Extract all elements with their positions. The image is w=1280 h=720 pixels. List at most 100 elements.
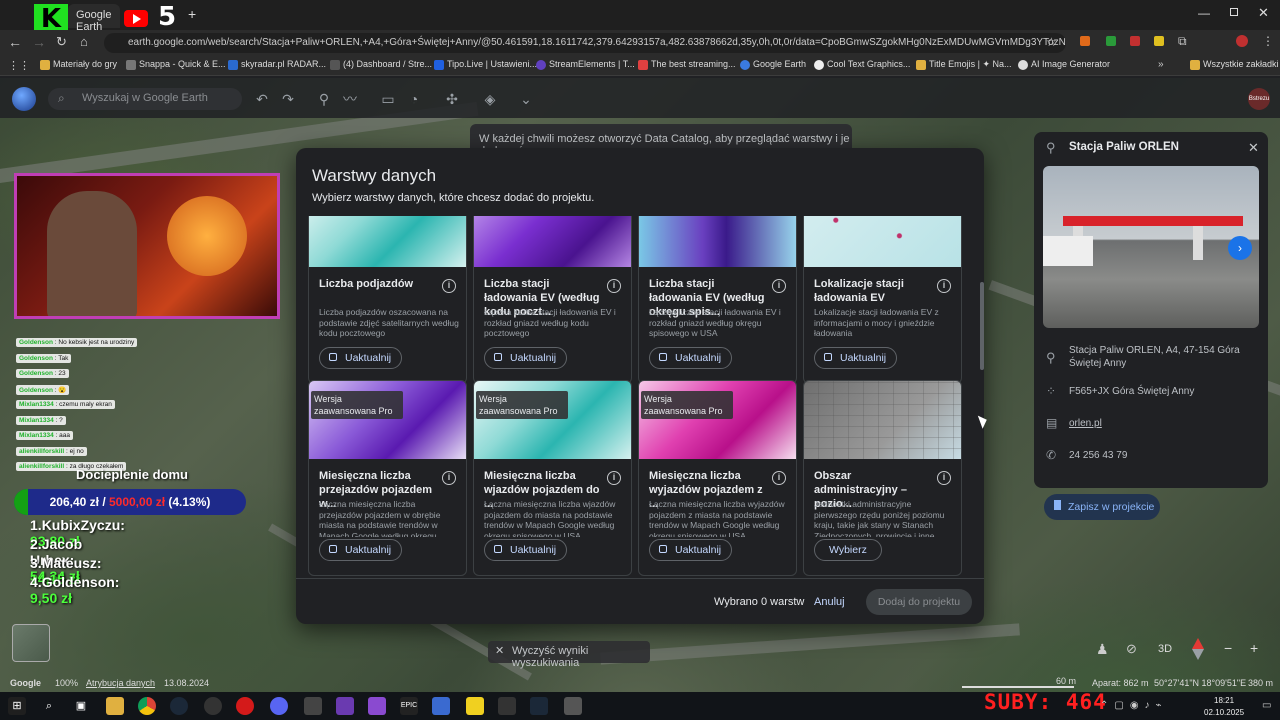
select-button[interactable]: Wybierz [814, 539, 882, 561]
epic-icon[interactable]: EPIC [400, 697, 418, 715]
add-to-project-button[interactable]: Dodaj do projektu [866, 589, 972, 615]
zoom-in-icon[interactable]: + [1250, 640, 1258, 656]
more-bookmarks-icon[interactable]: » [1158, 59, 1164, 70]
new-tab-icon[interactable]: + [188, 6, 196, 22]
bookmark-item[interactable]: The best streaming... [638, 59, 736, 70]
extension-icon[interactable] [1130, 36, 1140, 46]
back-icon[interactable]: ← [8, 34, 22, 50]
layer-card[interactable]: Wersja zaawansowana Pro Miesięczna liczba… [473, 380, 632, 576]
attribution-link[interactable]: Atrybucja danych [86, 678, 155, 688]
ruler-icon[interactable]: ▭ [380, 91, 396, 107]
info-icon[interactable]: i [442, 471, 456, 485]
bookmark-item[interactable]: StreamElements | T... [536, 59, 635, 70]
save-to-project-button[interactable]: Zapisz w projekcie [1044, 494, 1160, 520]
info-icon[interactable]: i [772, 279, 786, 293]
apps-icon[interactable]: ⋮⋮ [8, 59, 30, 72]
layers-icon[interactable]: ◈ [482, 91, 498, 107]
upgrade-button[interactable]: Uaktualnij [649, 347, 733, 369]
bookmark-item[interactable]: Title Emojis | ✦ Na... [916, 59, 1012, 70]
dialog-scrollbar[interactable] [980, 282, 984, 370]
layer-card[interactable]: Liczba stacji ładowania EV (według kodu … [473, 216, 632, 384]
bookmark-item[interactable]: (4) Dashboard / Stre... [330, 59, 432, 70]
app-icon[interactable] [368, 697, 386, 715]
notifications-icon[interactable]: ▭ [1262, 700, 1271, 711]
info-icon[interactable]: i [937, 279, 951, 293]
app-icon[interactable] [564, 697, 582, 715]
undo-icon[interactable]: ↶ [254, 91, 270, 107]
upgrade-button[interactable]: Uaktualnij [649, 539, 733, 561]
app-icon[interactable] [304, 697, 322, 715]
reload-icon[interactable]: ↻ [56, 34, 67, 50]
next-photo-icon[interactable]: › [1228, 236, 1252, 260]
tab-5-label[interactable]: 5 [158, 2, 176, 32]
3d-toggle[interactable]: 3D [1158, 643, 1172, 655]
info-icon[interactable]: i [607, 471, 621, 485]
sticky-notes-icon[interactable] [466, 697, 484, 715]
puzzle-icon[interactable]: ⧉ [1178, 34, 1187, 49]
path-icon[interactable]: 〰 [342, 91, 358, 107]
windows-start-icon[interactable]: ⊞ [8, 697, 26, 715]
menu-icon[interactable]: ⋮ [1262, 34, 1274, 48]
profile-icon[interactable] [1236, 35, 1248, 47]
upgrade-button[interactable]: Uaktualnij [814, 347, 898, 369]
all-bookmarks[interactable]: Wszystkie zakładki [1190, 59, 1279, 70]
bookmark-item[interactable]: AI Image Generator [1018, 59, 1110, 70]
avatar[interactable]: Bstrezu [1248, 88, 1270, 110]
clear-results-button[interactable]: ✕ Wyczyść wyniki wyszukiwania [488, 641, 650, 669]
bookmark-item[interactable]: skyradar.pl RADAR... [228, 59, 326, 70]
steam-icon[interactable] [530, 697, 548, 715]
extension-icon[interactable] [1080, 36, 1090, 46]
layer-card[interactable]: Wersja zaawansowana Pro Miesięczna liczba… [638, 380, 797, 576]
info-icon[interactable]: i [937, 471, 951, 485]
extension-icon[interactable] [1154, 36, 1164, 46]
bookmark-star-icon[interactable]: ☆ [1046, 35, 1057, 49]
app-icon[interactable] [432, 697, 450, 715]
task-view-icon[interactable]: ▣ [72, 697, 90, 715]
home-icon[interactable]: ⌂ [80, 34, 88, 49]
info-icon[interactable]: i [772, 471, 786, 485]
info-icon[interactable]: i [442, 279, 456, 293]
discord-icon[interactable] [270, 697, 288, 715]
history-icon[interactable]: ◔ [406, 91, 422, 107]
bookmark-item[interactable]: Tipo.Live | Ustawieni... [434, 59, 537, 70]
forward-icon[interactable]: → [32, 34, 46, 50]
youtube-icon[interactable] [124, 10, 148, 27]
layer-card[interactable]: Wersja zaawansowana Pro Miesięczna liczba… [308, 380, 467, 576]
pegman-icon[interactable]: ♟ [1096, 641, 1109, 658]
earth-logo-icon[interactable] [12, 87, 36, 111]
search-input[interactable]: Wyszukaj w Google Earth [48, 88, 242, 110]
place-photo[interactable] [1043, 166, 1259, 328]
upgrade-button[interactable]: Uaktualnij [484, 347, 568, 369]
tab-google-earth[interactable]: Google Earth [68, 4, 120, 33]
vs-icon[interactable] [336, 697, 354, 715]
close-panel-icon[interactable]: ✕ [1248, 140, 1259, 156]
placemark-icon[interactable]: ⚲ [316, 91, 332, 107]
chevron-down-icon[interactable]: ⌄ [518, 91, 534, 107]
minimize-icon[interactable]: — [1198, 6, 1210, 20]
app-icon[interactable] [498, 697, 516, 715]
extension-icon[interactable] [1106, 36, 1116, 46]
layer-card[interactable]: Lokalizacje stacji ładowania EV i Lokaliza… [803, 216, 962, 384]
redo-icon[interactable]: ↷ [280, 91, 296, 107]
bookmark-item[interactable]: Snappa - Quick & E... [126, 59, 226, 70]
clock-date[interactable]: 02.10.2025 [1204, 708, 1244, 717]
bookmark-item[interactable]: Cool Text Graphics... [814, 59, 910, 70]
restore-icon[interactable] [1230, 8, 1238, 16]
info-icon[interactable]: i [607, 279, 621, 293]
hide-icon[interactable]: ⊘ [1126, 641, 1137, 657]
steam-icon[interactable] [170, 697, 188, 715]
layer-thumbnail[interactable] [12, 624, 50, 662]
place-website[interactable]: orlen.pl [1069, 418, 1102, 429]
layer-card[interactable]: Liczba podjazdów i Liczba podjazdów oszaco… [308, 216, 467, 384]
tools-icon[interactable]: ✣ [444, 91, 460, 107]
upgrade-button[interactable]: Uaktualnij [484, 539, 568, 561]
obs-icon[interactable] [204, 697, 222, 715]
layer-card[interactable]: Liczba stacji ładowania EV (według okręg… [638, 216, 797, 384]
cancel-button[interactable]: Anuluj [814, 596, 845, 608]
clock-time[interactable]: 18:21 [1214, 696, 1234, 705]
bookmark-item[interactable]: Materiały do gry [40, 59, 117, 70]
layer-card[interactable]: Obszar administracyjny – pozio... i Jednos… [803, 380, 962, 576]
url-field[interactable]: earth.google.com/web/search/Stacja+Paliw… [104, 33, 1066, 53]
search-icon[interactable]: ⌕ [40, 697, 58, 715]
tray-icons[interactable]: ⌃▢◉♪⌁ [1100, 700, 1168, 711]
